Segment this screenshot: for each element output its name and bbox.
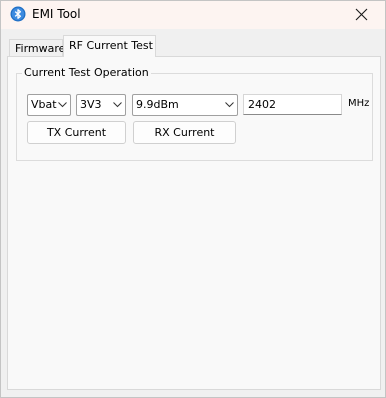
tx-power-value: 9.9dBm — [136, 98, 179, 111]
rf-current-test-panel: Current Test Operation Vbat 3V3 9.9dBm 2… — [7, 56, 381, 390]
window-title: EMI Tool — [32, 7, 81, 21]
voltage-value: 3V3 — [80, 98, 102, 111]
tab-firmware-label: Firmware — [15, 42, 66, 55]
frequency-input[interactable] — [243, 94, 342, 115]
client-area: Firmware RF Current Test Current Test Op… — [1, 29, 385, 397]
current-test-operation-group: Current Test Operation Vbat 3V3 9.9dBm 2… — [16, 66, 373, 161]
tx-power-select[interactable]: 9.9dBm — [132, 94, 238, 116]
tab-rf-current-test-label: RF Current Test — [69, 39, 153, 52]
close-icon — [355, 8, 368, 21]
tx-current-button[interactable]: TX Current — [27, 121, 126, 144]
frequency-unit: MHz — [348, 98, 370, 109]
title-bar[interactable]: EMI Tool — [1, 1, 385, 29]
power-source-value: Vbat — [31, 98, 57, 111]
chevron-down-icon — [58, 102, 67, 108]
emi-tool-window: EMI Tool Firmware RF Current Test Curren… — [0, 0, 386, 398]
tab-firmware[interactable]: Firmware — [9, 39, 66, 57]
power-source-select[interactable]: Vbat — [27, 94, 71, 116]
chevron-down-icon — [113, 102, 122, 108]
tab-rf-current-test[interactable]: RF Current Test — [63, 35, 156, 57]
close-button[interactable] — [339, 1, 385, 29]
chevron-down-icon — [225, 102, 234, 108]
rx-current-button[interactable]: RX Current — [133, 121, 236, 144]
group-label: Current Test Operation — [22, 66, 151, 79]
voltage-select[interactable]: 3V3 — [76, 94, 126, 116]
bluetooth-icon — [10, 6, 26, 22]
